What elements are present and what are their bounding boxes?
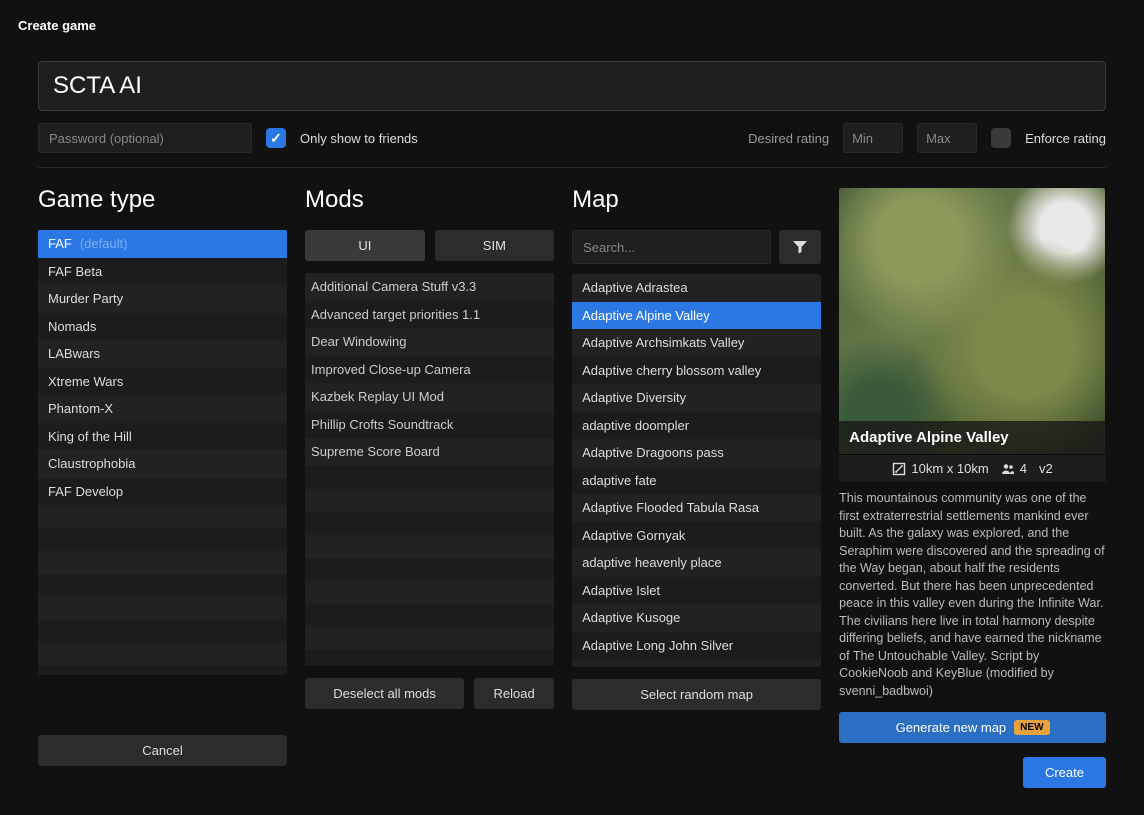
settings-row: Only show to friends Desired rating Enfo… [38,123,1106,168]
game-type-item[interactable]: Xtreme Wars [38,368,287,396]
map-item[interactable]: Adaptive cherry blossom valley [572,357,821,385]
friends-only-checkbox[interactable] [266,128,286,148]
game-type-item[interactable]: King of the Hill [38,423,287,451]
game-type-item[interactable]: LABwars [38,340,287,368]
generate-map-button[interactable]: Generate new map NEW [839,712,1106,743]
map-size-icon [892,462,906,476]
game-type-list: FAF(default)FAF BetaMurder PartyNomadsLA… [38,230,287,675]
map-item[interactable]: Adaptive Mars - Mangala Fossa [572,659,821,667]
deselect-mods-button[interactable]: Deselect all mods [305,678,464,709]
tab-ui[interactable]: UI [305,230,425,261]
list-item-empty [38,620,287,643]
list-item-empty [305,650,554,667]
mod-item[interactable]: Additional Camera Stuff v3.3 [305,273,554,301]
list-item-empty [305,466,554,489]
map-title: Map [572,186,821,214]
mod-item[interactable]: Advanced target priorities 1.1 [305,301,554,329]
desired-rating-label: Desired rating [748,131,829,146]
create-button[interactable]: Create [1023,757,1106,788]
list-item-empty [38,643,287,666]
list-item-empty [305,558,554,581]
map-item[interactable]: Adaptive Dragoons pass [572,439,821,467]
game-type-item[interactable]: Nomads [38,313,287,341]
list-item-empty [38,574,287,597]
list-item-empty [305,604,554,627]
list-item-empty [38,528,287,551]
players-value: 4 [1020,461,1027,476]
password-input[interactable] [38,123,252,153]
map-item[interactable]: Adaptive Adrastea [572,274,821,302]
map-item[interactable]: adaptive doompler [572,412,821,440]
list-item-empty [305,512,554,535]
tab-sim[interactable]: SIM [435,230,555,261]
players-icon [1001,462,1015,476]
mods-list: Additional Camera Stuff v3.3Advanced tar… [305,273,554,666]
map-item[interactable]: Adaptive Gornyak [572,522,821,550]
game-type-item[interactable]: Phantom-X [38,395,287,423]
game-type-item[interactable]: FAF Develop [38,478,287,506]
rating-max-input[interactable] [917,123,977,153]
list-item-empty [38,666,287,675]
map-description: This mountainous community was one of th… [839,490,1106,700]
random-map-button[interactable]: Select random map [572,679,821,710]
map-size-value: 10km x 10km [911,461,988,476]
map-preview-meta: 10km x 10km 4 v2 [839,454,1106,482]
map-version-value: v2 [1039,461,1053,476]
list-item-empty [38,597,287,620]
game-type-item[interactable]: Murder Party [38,285,287,313]
map-preview-image: Adaptive Alpine Valley [839,188,1105,454]
map-list: Adaptive AdrasteaAdaptive Alpine ValleyA… [572,274,821,667]
game-type-title: Game type [38,186,287,214]
mod-item[interactable]: Supreme Score Board [305,438,554,466]
map-item[interactable]: Adaptive Long John Silver [572,632,821,660]
map-item[interactable]: Adaptive Kusoge [572,604,821,632]
map-item[interactable]: Adaptive Flooded Tabula Rasa [572,494,821,522]
cancel-button[interactable]: Cancel [38,735,287,766]
mod-item[interactable]: Dear Windowing [305,328,554,356]
map-item[interactable]: adaptive fate [572,467,821,495]
game-type-item[interactable]: FAF Beta [38,258,287,286]
game-type-item[interactable]: Claustrophobia [38,450,287,478]
dialog-title: Create game [18,18,1106,33]
map-item[interactable]: Adaptive Diversity [572,384,821,412]
list-item-empty [305,627,554,650]
mod-item[interactable]: Kazbek Replay UI Mod [305,383,554,411]
reload-mods-button[interactable]: Reload [474,678,554,709]
list-item-empty [38,505,287,528]
mod-item[interactable]: Improved Close-up Camera [305,356,554,384]
map-item[interactable]: Adaptive Islet [572,577,821,605]
game-type-item[interactable]: FAF(default) [38,230,287,258]
mod-item[interactable]: Phillip Crofts Soundtrack [305,411,554,439]
map-item[interactable]: Adaptive Alpine Valley [572,302,821,330]
list-item-empty [305,581,554,604]
default-tag: (default) [80,236,128,251]
list-item-empty [305,535,554,558]
rating-min-input[interactable] [843,123,903,153]
map-preview-name: Adaptive Alpine Valley [839,421,1105,454]
list-item-empty [38,551,287,574]
map-item[interactable]: adaptive heavenly place [572,549,821,577]
filter-icon [792,239,808,255]
new-badge: NEW [1014,720,1049,735]
enforce-rating-checkbox[interactable] [991,128,1011,148]
mods-title: Mods [305,186,554,214]
enforce-rating-label: Enforce rating [1025,131,1106,146]
map-search-input[interactable] [572,230,771,264]
game-name-input[interactable] [38,61,1106,111]
map-filter-button[interactable] [779,230,821,264]
list-item-empty [305,489,554,512]
friends-only-label: Only show to friends [300,131,418,146]
map-item[interactable]: Adaptive Archsimkats Valley [572,329,821,357]
